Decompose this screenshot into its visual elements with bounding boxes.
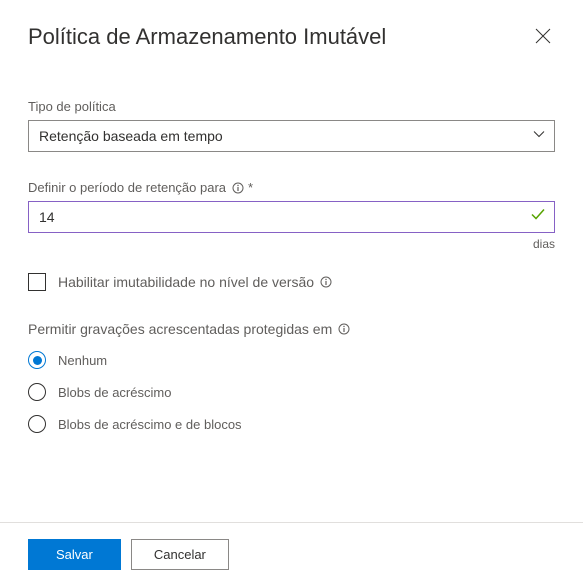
radio-none[interactable] bbox=[28, 351, 46, 369]
version-immutability-row[interactable]: Habilitar imutabilidade no nível de vers… bbox=[28, 273, 555, 291]
append-writes-label: Permitir gravações acrescentadas protegi… bbox=[28, 321, 555, 337]
radio-option-append-blobs[interactable]: Blobs de acréscimo bbox=[28, 383, 555, 401]
cancel-button[interactable]: Cancelar bbox=[131, 539, 229, 570]
radio-append-block-blobs-label: Blobs de acréscimo e de blocos bbox=[58, 417, 242, 432]
radio-option-append-block-blobs[interactable]: Blobs de acréscimo e de blocos bbox=[28, 415, 555, 433]
info-icon[interactable] bbox=[232, 182, 244, 194]
radio-append-blobs[interactable] bbox=[28, 383, 46, 401]
append-writes-group: Permitir gravações acrescentadas protegi… bbox=[28, 321, 555, 433]
dialog-header: Política de Armazenamento Imutável bbox=[28, 24, 555, 51]
radio-append-blobs-label: Blobs de acréscimo bbox=[58, 385, 171, 400]
close-icon bbox=[535, 28, 551, 47]
required-indicator: * bbox=[248, 180, 253, 195]
radio-none-label: Nenhum bbox=[58, 353, 107, 368]
dialog-title: Política de Armazenamento Imutável bbox=[28, 24, 386, 50]
checkmark-icon bbox=[531, 208, 545, 227]
version-immutability-label: Habilitar imutabilidade no nível de vers… bbox=[58, 274, 332, 290]
retention-input[interactable] bbox=[28, 201, 555, 233]
version-immutability-checkbox[interactable] bbox=[28, 273, 46, 291]
retention-label: Definir o período de retenção para * bbox=[28, 180, 555, 195]
info-icon[interactable] bbox=[320, 276, 332, 288]
retention-unit: dias bbox=[28, 237, 555, 251]
radio-append-block-blobs[interactable] bbox=[28, 415, 46, 433]
close-button[interactable] bbox=[531, 24, 555, 51]
retention-label-text: Definir o período de retenção para bbox=[28, 180, 226, 195]
retention-input-row bbox=[28, 201, 555, 233]
save-button[interactable]: Salvar bbox=[28, 539, 121, 570]
policy-type-label: Tipo de política bbox=[28, 99, 555, 114]
retention-field: Definir o período de retenção para * dia… bbox=[28, 180, 555, 251]
radio-option-none[interactable]: Nenhum bbox=[28, 351, 555, 369]
policy-type-select-wrap: Retenção baseada em tempo bbox=[28, 120, 555, 152]
dialog-footer: Salvar Cancelar bbox=[0, 522, 583, 586]
info-icon[interactable] bbox=[338, 323, 350, 335]
policy-type-field: Tipo de política Retenção baseada em tem… bbox=[28, 99, 555, 152]
policy-type-select[interactable]: Retenção baseada em tempo bbox=[28, 120, 555, 152]
